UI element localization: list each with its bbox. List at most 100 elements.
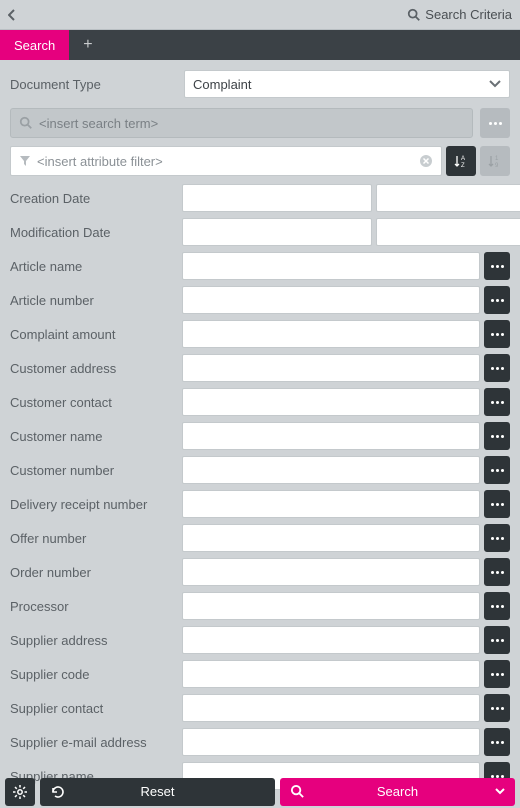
sort-az-button[interactable]: A Z bbox=[446, 146, 476, 176]
field-label: Article number bbox=[10, 293, 178, 308]
field-row: Supplier contact bbox=[10, 694, 510, 722]
clear-filter-button[interactable] bbox=[419, 154, 433, 168]
field-input[interactable] bbox=[182, 728, 480, 756]
field-inputs bbox=[182, 320, 480, 348]
field-more-button[interactable] bbox=[484, 626, 510, 654]
field-more-button[interactable] bbox=[484, 252, 510, 280]
dots-icon bbox=[491, 367, 504, 370]
back-button[interactable] bbox=[8, 9, 16, 21]
sort-numeric-icon: 1 9 bbox=[487, 153, 503, 169]
search-more-button[interactable] bbox=[480, 108, 510, 138]
content: Document Type Complaint <insert search t… bbox=[0, 60, 520, 806]
field-inputs bbox=[182, 660, 480, 688]
field-inputs bbox=[182, 218, 520, 246]
field-input[interactable] bbox=[376, 218, 520, 246]
topbar: Search Criteria bbox=[0, 0, 520, 30]
field-input[interactable] bbox=[182, 286, 480, 314]
dots-icon bbox=[491, 503, 504, 506]
field-row: Processor bbox=[10, 592, 510, 620]
doc-type-select[interactable]: Complaint bbox=[184, 70, 510, 98]
field-label: Customer number bbox=[10, 463, 178, 478]
footer: Reset Search bbox=[0, 776, 520, 808]
reset-button[interactable]: Reset bbox=[40, 778, 275, 806]
field-more-button[interactable] bbox=[484, 354, 510, 382]
field-input[interactable] bbox=[182, 490, 480, 518]
field-input[interactable] bbox=[182, 184, 372, 212]
field-more-button[interactable] bbox=[484, 558, 510, 586]
dots-icon bbox=[491, 741, 504, 744]
chevron-down-icon bbox=[495, 788, 505, 795]
search-icon bbox=[290, 784, 305, 799]
search-term-input[interactable]: <insert search term> bbox=[10, 108, 473, 138]
field-more-button[interactable] bbox=[484, 592, 510, 620]
field-row: Order number bbox=[10, 558, 510, 586]
field-more-button[interactable] bbox=[484, 388, 510, 416]
field-input[interactable] bbox=[182, 422, 480, 450]
field-row: Creation Date bbox=[10, 184, 510, 212]
tab-add[interactable]: + bbox=[69, 30, 106, 60]
field-row: Article number bbox=[10, 286, 510, 314]
field-more-button[interactable] bbox=[484, 456, 510, 484]
field-input[interactable] bbox=[182, 252, 480, 280]
search-button[interactable]: Search bbox=[280, 778, 515, 806]
field-label: Offer number bbox=[10, 531, 178, 546]
page-title-text: Search Criteria bbox=[425, 7, 512, 22]
field-input[interactable] bbox=[182, 456, 480, 484]
search-term-placeholder: <insert search term> bbox=[39, 116, 158, 131]
field-label: Customer address bbox=[10, 361, 178, 376]
field-more-button[interactable] bbox=[484, 524, 510, 552]
field-row: Customer contact bbox=[10, 388, 510, 416]
field-label: Complaint amount bbox=[10, 327, 178, 342]
settings-button[interactable] bbox=[5, 778, 35, 806]
field-more-button[interactable] bbox=[484, 694, 510, 722]
field-input[interactable] bbox=[182, 626, 480, 654]
field-more-button[interactable] bbox=[484, 660, 510, 688]
tabbar: Search + bbox=[0, 30, 520, 60]
field-input[interactable] bbox=[182, 592, 480, 620]
field-more-button[interactable] bbox=[484, 286, 510, 314]
field-input[interactable] bbox=[182, 388, 480, 416]
field-more-button[interactable] bbox=[484, 728, 510, 756]
filter-icon bbox=[19, 155, 31, 167]
dots-icon bbox=[491, 639, 504, 642]
search-label: Search bbox=[377, 784, 418, 799]
field-label: Supplier address bbox=[10, 633, 178, 648]
field-more-button[interactable] bbox=[484, 320, 510, 348]
field-input[interactable] bbox=[182, 558, 480, 586]
field-inputs bbox=[182, 286, 480, 314]
dots-icon bbox=[491, 571, 504, 574]
gear-icon bbox=[12, 784, 28, 800]
field-row: Supplier e-mail address bbox=[10, 728, 510, 756]
field-input[interactable] bbox=[182, 218, 372, 246]
dots-icon bbox=[491, 673, 504, 676]
field-input[interactable] bbox=[376, 184, 520, 212]
doc-type-label: Document Type bbox=[10, 77, 178, 92]
svg-text:Z: Z bbox=[461, 163, 465, 169]
dots-icon bbox=[491, 265, 504, 268]
attribute-filter-placeholder: <insert attribute filter> bbox=[37, 154, 163, 169]
field-row: Delivery receipt number bbox=[10, 490, 510, 518]
field-more-button[interactable] bbox=[484, 422, 510, 450]
attribute-filter-input[interactable]: <insert attribute filter> bbox=[10, 146, 442, 176]
field-inputs bbox=[182, 252, 480, 280]
chevron-down-icon bbox=[489, 80, 501, 88]
field-inputs bbox=[182, 626, 480, 654]
field-input[interactable] bbox=[182, 524, 480, 552]
field-input[interactable] bbox=[182, 320, 480, 348]
field-input[interactable] bbox=[182, 694, 480, 722]
field-label: Customer name bbox=[10, 429, 178, 444]
field-row: Supplier address bbox=[10, 626, 510, 654]
field-input[interactable] bbox=[182, 660, 480, 688]
reset-label: Reset bbox=[141, 784, 175, 799]
field-row: Modification Date bbox=[10, 218, 510, 246]
dots-icon bbox=[491, 605, 504, 608]
dots-icon bbox=[491, 469, 504, 472]
sort-num-button[interactable]: 1 9 bbox=[480, 146, 510, 176]
field-input[interactable] bbox=[182, 354, 480, 382]
field-more-button[interactable] bbox=[484, 490, 510, 518]
field-row: Offer number bbox=[10, 524, 510, 552]
doc-type-value: Complaint bbox=[193, 77, 252, 92]
field-inputs bbox=[182, 354, 480, 382]
tab-search[interactable]: Search bbox=[0, 30, 69, 60]
svg-text:1: 1 bbox=[495, 156, 499, 162]
